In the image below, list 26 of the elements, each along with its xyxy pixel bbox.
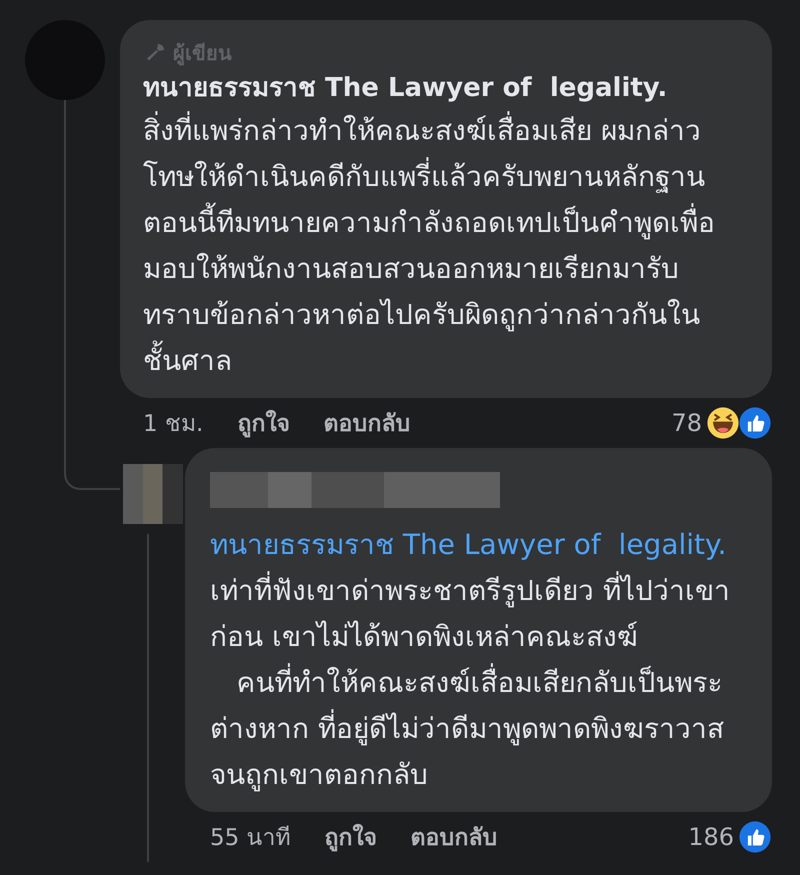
reaction-count: 186 [688,823,734,851]
comment-text: ชั้นศาล [143,338,748,384]
comment-text: โทษให้ดำเนินคดีกับแพรี่แล้วครับพยานหลักฐาน [143,154,748,200]
thumbs-up-icon [738,406,772,440]
comment-text: คนที่ทำให้คณะสงฆ์เสื่อมเสียกลับเป็นพระ [210,660,748,706]
comment-text: เท่าที่ฟังเขาด่าพระชาตรีรูปเดียว ที่ไปว่าเขา [210,568,748,614]
thread-connector [64,448,120,490]
reply-link[interactable]: ตอบกลับ [323,405,410,441]
timestamp: 1 ชม. [143,410,204,439]
comment-text: ก่อน เขาไม่ได้พาดพิงเหล่าคณะสงฆ์ [210,619,639,655]
avatar-placeholder [123,464,183,524]
like-link[interactable]: ถูกใจ [237,405,290,441]
comment-text: ต่างหาก ที่อยู่ดีไม่ว่าดีมาพูดพาดพิงฆราวาส [210,706,748,752]
laughing-emoji-icon [706,406,740,440]
thumbs-up-icon [738,820,772,854]
comment-text: จนถูกเขาตอกกลับ [210,757,429,794]
like-link[interactable]: ถูกใจ [324,819,377,855]
comment-text: ตอนนี้ทีมทนายความกำลังถอดเทปเป็นคำพูดเพื่อ [143,200,748,246]
comment-text: มอบให้พนักงานสอบสวนออกหมายเรียกมารับ [143,251,680,287]
author-name[interactable]: ทนายธรรมราช The Lawyer of legality. [143,68,748,108]
comment-text: สิ่งที่แพร่กล่าวทำให้คณะสงฆ์เสื่อมเสีย ผมกล่าว [143,108,748,154]
reaction-count: 78 [671,409,702,437]
timestamp: 55 นาที [210,824,291,853]
reply-link[interactable]: ตอบกลับ [410,819,498,855]
comment-text: ทราบข้อกล่าวหาต่อไปครับผิดถูกว่ากล่าวกันใน [143,297,701,334]
mention-link[interactable]: ทนายธรรมราช The Lawyer of legality. [210,522,748,568]
